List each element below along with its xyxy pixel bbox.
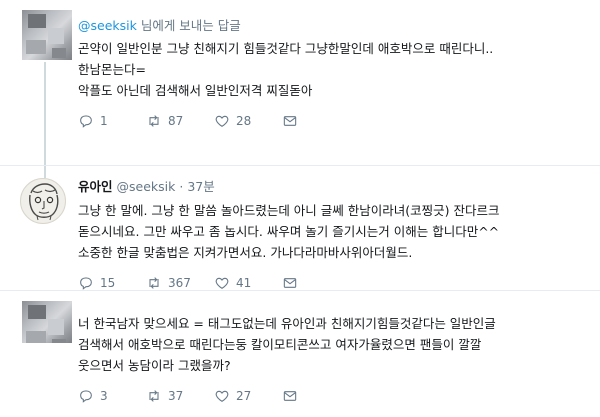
heart-icon — [215, 277, 229, 289]
reply-count: 3 — [100, 389, 108, 403]
like-button[interactable]: 27 — [214, 388, 282, 404]
mention-link[interactable]: @seeksik — [78, 18, 137, 33]
reply-count: 1 — [100, 114, 108, 128]
tweet-line: 소중한 한글 맞춤법은 지켜가면서요. 가나다라마바사위아더월드. — [78, 245, 413, 260]
reply-count: 15 — [100, 276, 116, 290]
reply-icon — [80, 115, 92, 128]
heart-icon — [215, 115, 229, 127]
thread-line — [44, 62, 46, 165]
mail-icon — [283, 278, 297, 288]
blurred-avatar[interactable] — [22, 301, 72, 343]
like-button[interactable]: 41 — [214, 275, 282, 291]
reply-button[interactable]: 3 — [78, 388, 146, 404]
retweet-button[interactable]: 87 — [146, 113, 214, 129]
reply-button[interactable]: 15 — [78, 275, 146, 291]
tweet-actions: 15 367 41 — [78, 275, 582, 291]
like-count: 41 — [236, 276, 252, 290]
user-handle[interactable]: @seeksik — [117, 179, 176, 194]
separator: · — [179, 179, 184, 194]
tweet-header: 유아인 @seeksik · 37분 — [78, 178, 582, 196]
tweet-line: 곤약이 일반인분 그냥 친해지기 힘들것같다 그냥한말인데 애호박으로 때린다니… — [78, 41, 494, 56]
tweet-line: 너 한국남자 맞으세요 = 태그도없는데 유아인과 친해지기힘들것같다는 일반인… — [78, 316, 496, 331]
dm-button[interactable] — [282, 113, 322, 129]
tweet-actions: 3 37 27 — [78, 388, 582, 404]
tweet-line: 돋으시네요. 그만 싸우고 좀 놉시다. 싸우며 놀기 즐기시는거 이해는 합니… — [78, 224, 500, 239]
retweet-button[interactable]: 367 — [146, 275, 214, 291]
mail-icon — [283, 391, 297, 401]
retweet-icon — [149, 277, 159, 289]
tweet-line: 악플도 아닌데 검색해서 일반인저격 찌질돋아 — [78, 83, 313, 98]
main-tweet[interactable]: 유아인 @seeksik · 37분 그냥 한 말에. 그냥 한 말씀 놀아드렸… — [0, 165, 600, 290]
tweet-text: 그냥 한 말에. 그냥 한 말씀 놀아드렸는데 아니 글쎄 한남이라녀(코찡긋)… — [78, 200, 582, 263]
like-count: 27 — [236, 389, 252, 403]
face-sketch-icon — [29, 183, 59, 221]
like-button[interactable]: 28 — [214, 113, 282, 129]
retweet-count: 367 — [168, 276, 191, 290]
retweet-icon — [149, 115, 159, 127]
profile-avatar[interactable] — [20, 178, 66, 224]
dm-button[interactable] — [282, 388, 322, 404]
tweet-line: 한남몬는다= — [78, 62, 146, 77]
reply-button[interactable]: 1 — [78, 113, 146, 129]
tweet-line: 그냥 한 말에. 그냥 한 말씀 놀아드렸는데 아니 글쎄 한남이라녀(코찡긋)… — [78, 203, 500, 218]
dm-button[interactable] — [282, 275, 322, 291]
thread-line — [44, 166, 46, 178]
reply-icon — [80, 277, 92, 290]
tweet-line: 검색해서 애호박으로 때린다는둥 칼이모티콘쓰고 여자가율렸으면 팬들이 깔깔 — [78, 337, 482, 352]
heart-icon — [215, 390, 229, 402]
reply-context: @seeksik 님에게 보내는 답글 — [78, 18, 582, 34]
retweet-count: 37 — [168, 389, 184, 403]
mail-icon — [283, 116, 297, 126]
like-count: 28 — [236, 114, 252, 128]
display-name[interactable]: 유아인 — [78, 179, 113, 194]
tweet-text: 곤약이 일반인분 그냥 친해지기 힘들것같다 그냥한말인데 애호박으로 때린다니… — [78, 38, 582, 101]
reply-icon — [80, 390, 92, 403]
reply-tweet-2[interactable]: 너 한국남자 맞으세요 = 태그도없는데 유아인과 친해지기힘들것같다는 일반인… — [0, 290, 600, 417]
retweet-icon — [149, 390, 159, 402]
retweet-button[interactable]: 37 — [146, 388, 214, 404]
reply-tweet-1[interactable]: @seeksik 님에게 보내는 답글 곤약이 일반인분 그냥 친해지기 힘들것… — [0, 0, 600, 165]
tweet-line: 웃으면서 농담이라 그랬을까? — [78, 358, 231, 373]
blurred-avatar[interactable] — [22, 10, 72, 60]
retweet-count: 87 — [168, 114, 184, 128]
tweet-actions: 1 87 28 — [78, 113, 582, 129]
timestamp[interactable]: 37분 — [187, 179, 214, 194]
tweet-text: 너 한국남자 맞으세요 = 태그도없는데 유아인과 친해지기힘들것같다는 일반인… — [78, 313, 582, 376]
reply-context-label: 님에게 보내는 답글 — [136, 18, 241, 33]
